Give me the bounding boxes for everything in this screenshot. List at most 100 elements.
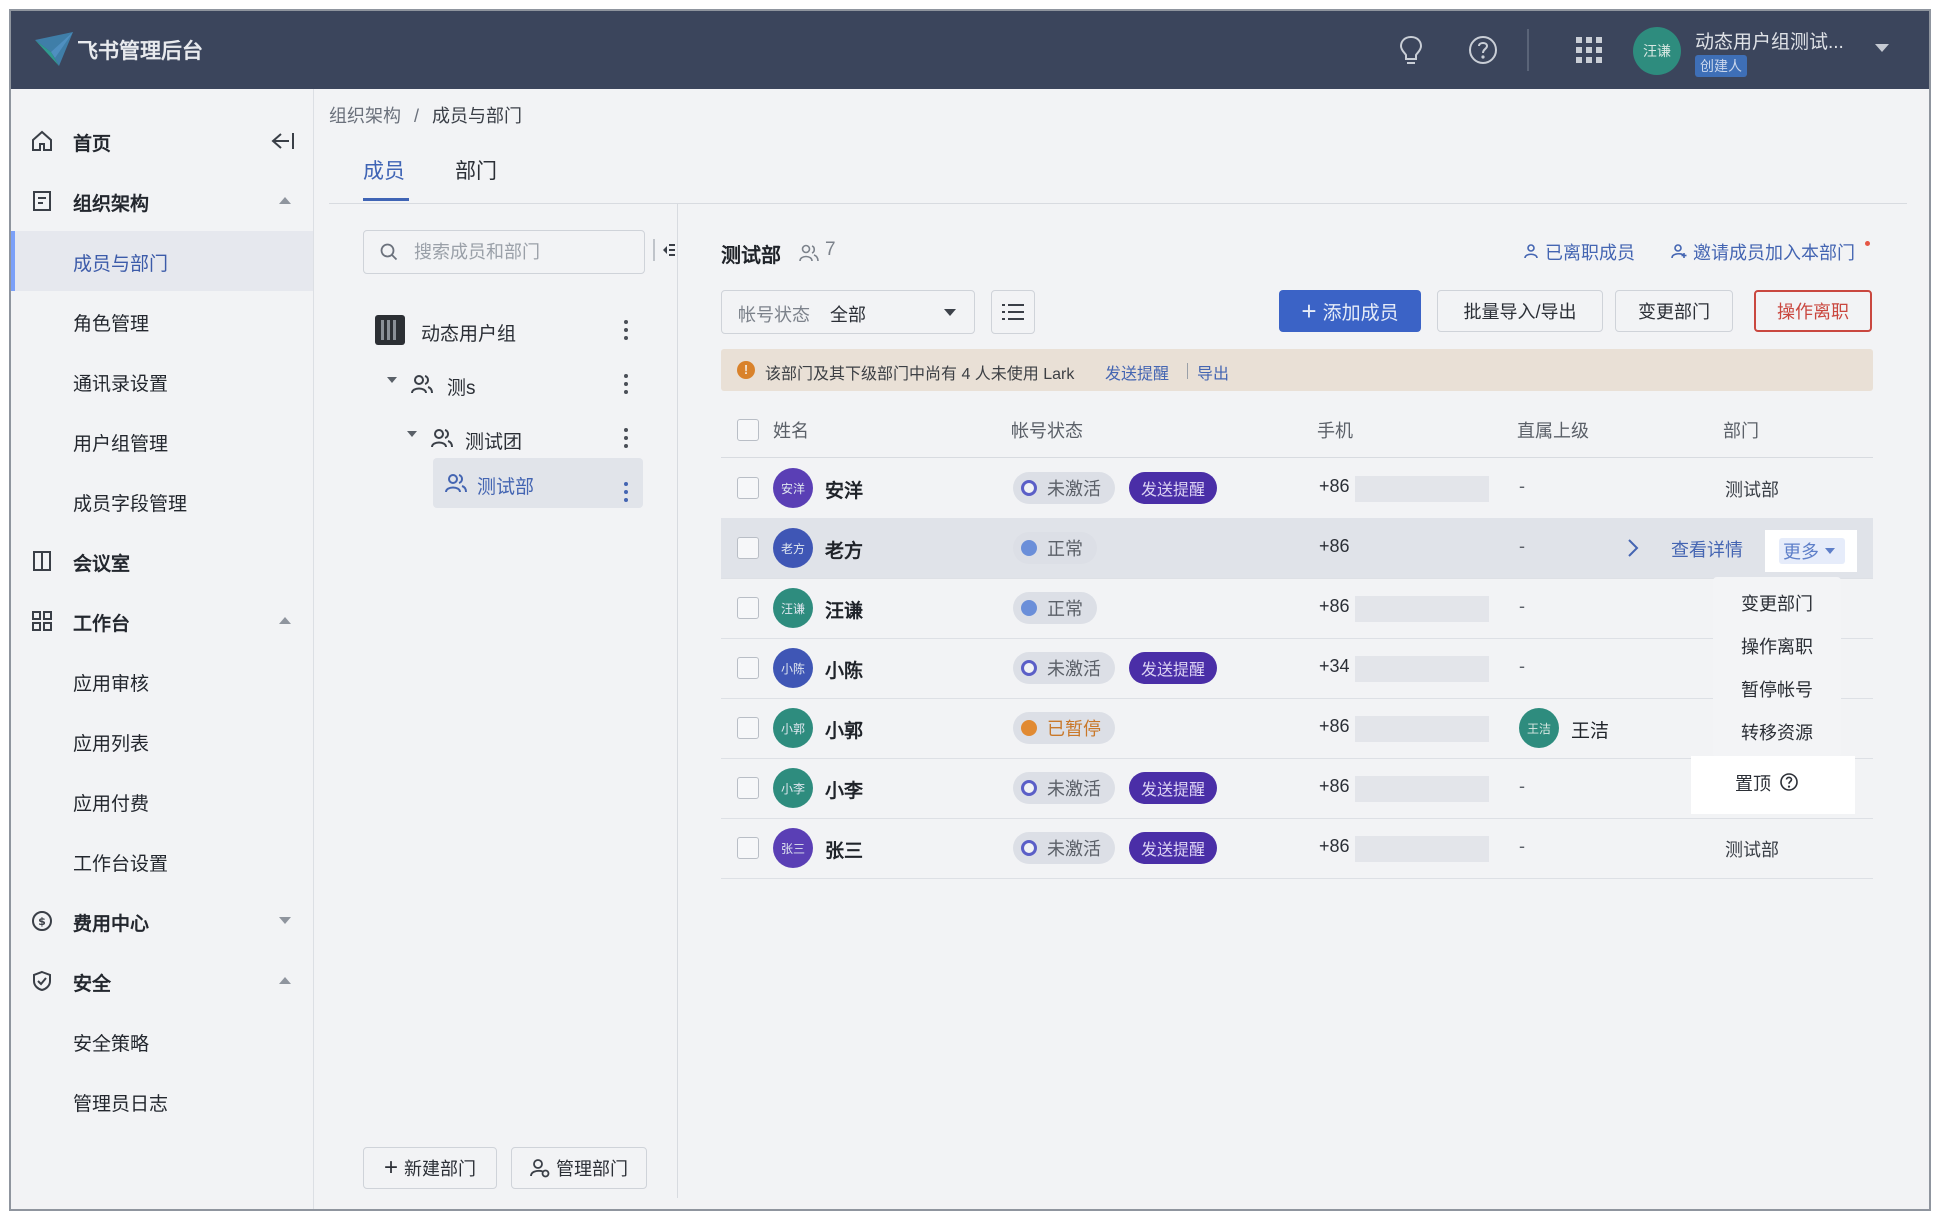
more-options-icon[interactable] xyxy=(623,320,629,344)
view-details-link[interactable]: 查看详情 xyxy=(1671,536,1743,562)
collapse-tree-icon[interactable] xyxy=(653,237,677,263)
sidebar-item-billing[interactable]: $ 费用中心 xyxy=(11,891,313,951)
member-name[interactable]: 小郭 xyxy=(825,716,863,743)
user-menu-caret-icon[interactable] xyxy=(1875,44,1889,52)
table-row[interactable]: 老方 老方 正常 +86 - 查看详情 更多 xyxy=(721,518,1873,579)
new-department-button[interactable]: + 新建部门 xyxy=(363,1147,497,1189)
sidebar-item-home[interactable]: 首页 xyxy=(11,111,313,171)
search-input[interactable] xyxy=(412,239,636,265)
menu-item-change-department[interactable]: 变更部门 xyxy=(1713,583,1841,625)
member-name[interactable]: 汪谦 xyxy=(825,596,863,623)
sidebar-item-security[interactable]: 安全 xyxy=(11,951,313,1011)
menu-item-suspend-account[interactable]: 暂停帐号 xyxy=(1713,669,1841,711)
phone-number: +86 xyxy=(1319,536,1350,556)
account-status-filter[interactable]: 帐号状态 全部 xyxy=(721,290,975,334)
row-checkbox[interactable] xyxy=(737,837,759,859)
row-checkbox[interactable] xyxy=(737,597,759,619)
menu-item-resign[interactable]: 操作离职 xyxy=(1713,626,1841,668)
member-name[interactable]: 老方 xyxy=(825,536,863,563)
phone-mask xyxy=(1355,836,1489,862)
sidebar-item-workbench-settings[interactable]: 工作台设置 xyxy=(11,831,313,891)
avatar: 小陈 xyxy=(773,648,813,688)
table-row[interactable]: 汪谦 汪谦 正常 +86 - xyxy=(721,578,1873,639)
company-logo-icon xyxy=(375,315,405,345)
sidebar-item-org[interactable]: 组织架构 xyxy=(11,171,313,231)
change-department-button[interactable]: 变更部门 xyxy=(1615,290,1733,332)
manager-name[interactable]: 王洁 xyxy=(1571,716,1609,743)
user-settings-icon xyxy=(530,1159,550,1178)
sidebar-item-workbench[interactable]: 工作台 xyxy=(11,591,313,651)
lightbulb-icon[interactable] xyxy=(1395,34,1427,66)
phone-number: +86 xyxy=(1319,836,1350,856)
invite-members-link[interactable]: 邀请成员加入本部门 xyxy=(1693,239,1855,265)
help-icon[interactable] xyxy=(1467,34,1499,66)
sidebar-item-label: 角色管理 xyxy=(73,314,150,335)
inactive-status-icon xyxy=(1021,780,1037,796)
expand-caret-icon[interactable] xyxy=(407,431,417,437)
chevron-up-icon xyxy=(279,617,291,624)
more-options-icon[interactable] xyxy=(623,482,629,506)
list-view-button[interactable] xyxy=(991,290,1035,334)
chevron-right-icon[interactable] xyxy=(1627,538,1639,558)
sidebar-item-contacts-settings[interactable]: 通讯录设置 xyxy=(11,351,313,411)
manager-name: - xyxy=(1519,776,1525,796)
send-reminder-button[interactable]: 发送提醒 xyxy=(1129,772,1218,804)
select-all-checkbox[interactable] xyxy=(737,419,759,441)
row-checkbox[interactable] xyxy=(737,657,759,679)
more-actions-button[interactable]: 更多 xyxy=(1779,538,1845,564)
sidebar-item-app-billing[interactable]: 应用付费 xyxy=(11,771,313,831)
send-reminder-button[interactable]: 发送提醒 xyxy=(1129,832,1218,864)
help-icon[interactable] xyxy=(1779,772,1799,792)
sidebar-item-admin-log[interactable]: 管理员日志 xyxy=(11,1071,313,1131)
breadcrumb-root[interactable]: 组织架构 xyxy=(329,106,401,126)
resigned-members-link[interactable]: 已离职成员 xyxy=(1545,239,1635,265)
sidebar-item-label: 工作台 xyxy=(73,614,131,635)
phone-number: +86 xyxy=(1319,716,1350,736)
batch-import-export-button[interactable]: 批量导入/导出 xyxy=(1437,290,1603,332)
button-label: 管理部门 xyxy=(556,1159,628,1179)
expand-caret-icon[interactable] xyxy=(387,377,397,383)
status-text: 正常 xyxy=(1047,539,1083,559)
row-checkbox[interactable] xyxy=(737,537,759,559)
row-checkbox[interactable] xyxy=(737,777,759,799)
table-row[interactable]: 安洋 安洋 未激活 发送提醒 +86 - 测试部 xyxy=(721,458,1873,519)
sidebar-item-user-groups[interactable]: 用户组管理 xyxy=(11,411,313,471)
sidebar-item-roles[interactable]: 角色管理 xyxy=(11,291,313,351)
menu-item-pin-to-top[interactable]: 置顶 xyxy=(1709,756,1837,808)
sidebar-item-meeting-room[interactable]: 会议室 xyxy=(11,531,313,591)
tab-members[interactable]: 成员 xyxy=(363,155,405,185)
table-row[interactable]: 张三 张三 未激活 发送提醒 +86 - 测试部 xyxy=(721,818,1873,879)
phone-mask xyxy=(1355,476,1489,502)
member-name[interactable]: 小李 xyxy=(825,776,863,803)
member-name[interactable]: 安洋 xyxy=(825,476,863,503)
more-options-icon[interactable] xyxy=(623,374,629,398)
more-options-icon[interactable] xyxy=(623,428,629,452)
send-reminder-link[interactable]: 发送提醒 xyxy=(1105,360,1169,384)
user-avatar[interactable]: 汪谦 xyxy=(1633,27,1681,75)
send-reminder-button[interactable]: 发送提醒 xyxy=(1129,472,1218,504)
resign-button[interactable]: 操作离职 xyxy=(1754,290,1872,332)
menu-item-transfer-resources[interactable]: 转移资源 xyxy=(1713,712,1841,754)
send-reminder-button[interactable]: 发送提醒 xyxy=(1129,652,1218,684)
table-row[interactable]: 小郭 小郭 已暂停 +86 王洁 王洁 xyxy=(721,698,1873,759)
add-member-button[interactable]: + 添加成员 xyxy=(1279,290,1421,332)
export-link[interactable]: 导出 xyxy=(1197,360,1229,384)
tab-departments[interactable]: 部门 xyxy=(455,155,497,185)
member-name[interactable]: 小陈 xyxy=(825,656,863,683)
user-name[interactable]: 动态用户组测试... xyxy=(1695,27,1844,54)
collapse-sidebar-icon[interactable] xyxy=(269,130,295,152)
manage-department-button[interactable]: 管理部门 xyxy=(511,1147,647,1189)
sidebar-item-app-list[interactable]: 应用列表 xyxy=(11,711,313,771)
sidebar-item-security-policy[interactable]: 安全策略 xyxy=(11,1011,313,1071)
row-checkbox[interactable] xyxy=(737,717,759,739)
member-dept-search[interactable] xyxy=(363,230,645,274)
sidebar-item-app-review[interactable]: 应用审核 xyxy=(11,651,313,711)
sidebar-item-member-fields[interactable]: 成员字段管理 xyxy=(11,471,313,531)
sidebar-item-label: 成员与部门 xyxy=(73,254,169,275)
tree-node-test-dept-selected[interactable]: 测试部 xyxy=(433,458,643,508)
row-checkbox[interactable] xyxy=(737,477,759,499)
member-name[interactable]: 张三 xyxy=(825,836,863,863)
sidebar-item-members[interactable]: 成员与部门 xyxy=(11,231,313,291)
app-grid-icon[interactable] xyxy=(1573,34,1605,66)
table-row[interactable]: 小陈 小陈 未激活 发送提醒 +34 - xyxy=(721,638,1873,699)
